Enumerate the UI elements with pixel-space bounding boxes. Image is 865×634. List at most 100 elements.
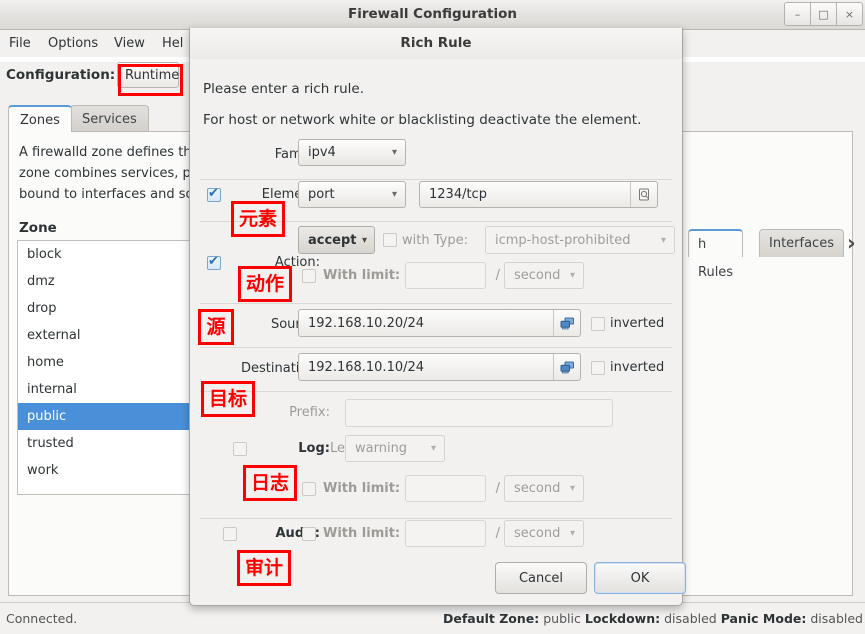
chevron-right-icon[interactable]: › — [847, 231, 856, 255]
zone-item-dmz[interactable]: dmz — [18, 268, 200, 295]
with-type-checkbox[interactable] — [383, 233, 397, 247]
with-type-label: with Type: — [402, 233, 490, 248]
action-checkbox[interactable] — [207, 256, 221, 270]
element-annotation: 元素 — [231, 201, 285, 237]
zone-item-drop[interactable]: drop — [18, 295, 200, 322]
chevron-down-icon: ▾ — [570, 483, 575, 494]
chevron-down-icon: ▾ — [570, 528, 575, 539]
maximize-icon[interactable]: □ — [810, 2, 837, 26]
cancel-button-label: Cancel — [519, 571, 563, 586]
window-titlebar: Firewall Configuration – □ × — [0, 0, 865, 30]
element-value-input[interactable]: 1234/tcp — [419, 181, 658, 208]
zone-item-internal[interactable]: internal — [18, 376, 200, 403]
log-label: Log: — [250, 441, 330, 456]
network-computer-icon[interactable] — [553, 310, 580, 336]
log-with-limit-label: With limit: — [323, 481, 411, 496]
action-limit-separator: / — [490, 268, 500, 283]
destination-input[interactable]: 192.168.10.10/24 — [298, 353, 581, 381]
panic-mode-value: disabled — [810, 611, 863, 626]
menu-view[interactable]: View — [110, 34, 149, 53]
action-limit-unit-select[interactable]: second ▾ — [504, 262, 584, 289]
action-with-limit-label: With limit: — [323, 268, 411, 283]
action-type-select[interactable]: accept ▾ — [298, 226, 375, 254]
prefix-input[interactable] — [345, 399, 613, 427]
dialog-body: Please enter a rich rule. For host or ne… — [190, 59, 682, 604]
ok-button[interactable]: OK — [594, 562, 686, 594]
action-type-value: accept — [299, 233, 362, 248]
audit-limit-unit-select[interactable]: second ▾ — [504, 520, 584, 547]
panic-mode-label: Panic Mode: — [721, 611, 807, 626]
destination-inverted-checkbox[interactable] — [591, 361, 605, 375]
action-limit-input[interactable] — [405, 262, 486, 289]
zone-item-block[interactable]: block — [18, 241, 200, 268]
tab-rich-rules[interactable]: h Rules — [688, 229, 743, 257]
app-root: Firewall Configuration – □ × File Option… — [0, 0, 865, 634]
menu-options[interactable]: Options — [44, 34, 102, 53]
log-checkbox[interactable] — [233, 442, 247, 456]
zone-item-public[interactable]: public — [18, 403, 200, 430]
log-annotation: 日志 — [243, 465, 297, 501]
audit-with-limit-label: With limit: — [323, 526, 411, 541]
destination-annotation: 目标 — [201, 381, 255, 417]
close-icon[interactable]: × — [836, 2, 863, 26]
destination-value: 192.168.10.10/24 — [299, 360, 553, 375]
runtime-highlight-box — [118, 64, 183, 96]
element-type-value: port — [299, 187, 392, 202]
network-computer-icon[interactable] — [553, 354, 580, 380]
zone-list[interactable]: block dmz drop external home internal pu… — [17, 240, 201, 495]
chevron-down-icon: ▾ — [392, 189, 397, 200]
audit-limit-separator: / — [490, 526, 500, 541]
chevron-down-icon: ▾ — [362, 235, 367, 246]
menu-help[interactable]: Hel — [158, 34, 187, 53]
log-limit-input[interactable] — [405, 475, 486, 502]
with-type-select[interactable]: icmp-host-prohibited ▾ — [485, 226, 675, 254]
page-picker-icon[interactable] — [630, 182, 657, 207]
log-level-select[interactable]: warning ▾ — [345, 435, 445, 462]
audit-annotation: 审计 — [237, 550, 291, 586]
zone-item-trusted[interactable]: trusted — [18, 430, 200, 457]
lockdown-label: Lockdown: — [585, 611, 660, 626]
chevron-down-icon: ▾ — [661, 235, 666, 246]
destination-inverted-label: inverted — [610, 360, 680, 375]
log-limit-separator: / — [490, 481, 500, 496]
action-with-limit-checkbox[interactable] — [302, 269, 316, 283]
audit-with-limit-checkbox[interactable] — [302, 527, 316, 541]
zone-item-home[interactable]: home — [18, 349, 200, 376]
source-value: 192.168.10.20/24 — [299, 316, 553, 331]
configuration-label: Configuration: — [6, 67, 115, 83]
chevron-down-icon: ▾ — [570, 270, 575, 281]
window-controls: – □ × — [785, 2, 863, 26]
window-title: Firewall Configuration — [0, 0, 865, 29]
cancel-button[interactable]: Cancel — [495, 562, 587, 594]
log-limit-unit-select[interactable]: second ▾ — [504, 475, 584, 502]
element-type-select[interactable]: port ▾ — [298, 181, 406, 208]
audit-checkbox[interactable] — [223, 527, 237, 541]
tab-services[interactable]: Services — [70, 105, 149, 132]
audit-limit-input[interactable] — [405, 520, 486, 547]
tab-interfaces[interactable]: Interfaces — [759, 229, 844, 257]
log-with-limit-checkbox[interactable] — [302, 482, 316, 496]
source-inverted-checkbox[interactable] — [591, 317, 605, 331]
log-limit-unit-value: second — [505, 481, 570, 496]
element-value-text: 1234/tcp — [420, 187, 630, 202]
zone-item-work[interactable]: work — [18, 457, 200, 484]
lockdown-value: disabled — [664, 611, 717, 626]
minimize-icon[interactable]: – — [784, 2, 811, 26]
family-select[interactable]: ipv4 ▾ — [298, 139, 406, 166]
action-limit-unit-value: second — [505, 268, 570, 283]
source-input[interactable]: 192.168.10.20/24 — [298, 309, 581, 337]
audit-limit-unit-value: second — [505, 526, 570, 541]
menu-file[interactable]: File — [5, 34, 35, 53]
action-annotation: 动作 — [238, 266, 292, 302]
rich-rule-dialog: Rich Rule Please enter a rich rule. For … — [189, 28, 683, 606]
family-value: ipv4 — [299, 145, 392, 160]
element-checkbox[interactable] — [207, 188, 221, 202]
zone-item-external[interactable]: external — [18, 322, 200, 349]
statusbar: Connected. Default Zone: public Lockdown… — [0, 602, 865, 634]
chevron-down-icon: ▾ — [392, 147, 397, 158]
default-zone-label: Default Zone: — [443, 611, 539, 626]
dialog-intro-line-2: For host or network white or blacklistin… — [203, 112, 641, 128]
connection-status: Connected. — [6, 611, 77, 626]
source-annotation: 源 — [198, 309, 234, 345]
tab-zones[interactable]: Zones — [8, 105, 72, 132]
